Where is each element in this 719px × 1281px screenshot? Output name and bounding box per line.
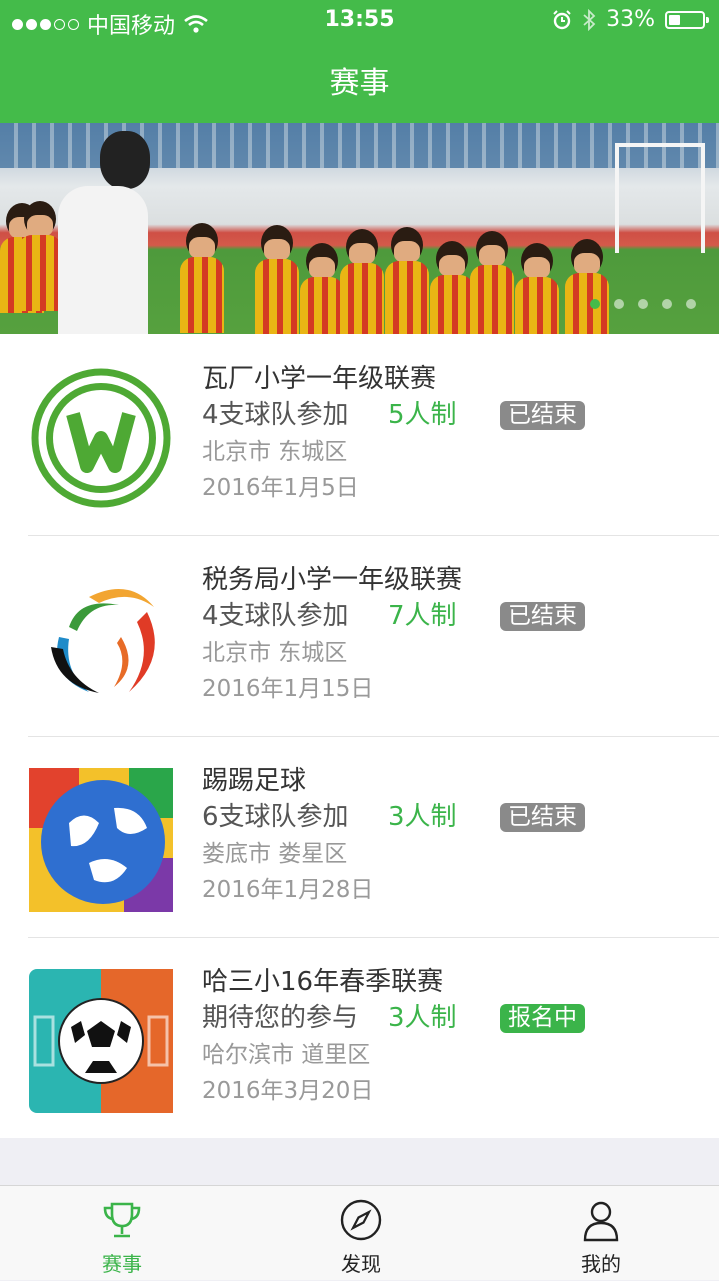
team-count: 4支球队参加 (202, 601, 349, 631)
tab-discover-label: 发现 (341, 1252, 381, 1276)
tab-mine-label: 我的 (581, 1252, 621, 1276)
match-location: 娄底市 娄星区 (202, 841, 348, 867)
match-list-item[interactable]: 哈三小16年春季联赛 期待您的参与 3人制 报名中哈尔滨市 道里区 2016年3月20日 (0, 937, 719, 1138)
page-title: 赛事 (329, 66, 390, 101)
user-icon (583, 1201, 619, 1242)
team-count: 4支球队参加 (202, 400, 349, 430)
coach-figure (58, 131, 150, 334)
pager-dot[interactable] (638, 299, 648, 309)
goal-post (615, 143, 705, 253)
pager-dot[interactable] (686, 299, 696, 309)
status-badge: 已结束 (500, 602, 585, 631)
match-list-item[interactable]: 税务局小学一年级联赛 4支球队参加 7人制 已结束北京市 东城区 2016年1月15日 (0, 535, 719, 736)
match-name: 瓦厂小学一年级联赛 (202, 364, 437, 394)
team-count: 期待您的参与 (202, 1003, 359, 1033)
status-badge: 报名中 (500, 1004, 585, 1033)
match-date: 2016年1月5日 (202, 475, 359, 501)
match-location: 哈尔滨市 道里区 (202, 1042, 371, 1068)
banner-carousel[interactable] (0, 123, 719, 334)
carousel-pager[interactable] (590, 299, 696, 309)
match-list: 瓦厂小学一年级联赛 4支球队参加 5人制 已结束 北京市 东城区 2016年1月5日 税务局… (0, 334, 719, 1138)
bluetooth-icon (583, 8, 596, 31)
battery-icon (665, 10, 709, 29)
match-date: 2016年1月15日 (202, 676, 374, 702)
tab-matches-label: 赛事 (102, 1252, 142, 1276)
match-name: 哈三小16年春季联赛 (202, 967, 444, 997)
battery-percent: 33% (606, 7, 655, 32)
match-format: 3人制 (388, 802, 457, 832)
match-location: 北京市 东城区 (202, 439, 348, 465)
app-header: 中国移动 13:55 33% 赛事 (0, 0, 719, 123)
tab-bar: 赛事 发现 我的 (0, 1185, 719, 1280)
tab-matches[interactable]: 赛事 (62, 1186, 182, 1281)
status-bar: 中国移动 13:55 33% (0, 0, 719, 40)
match-logo (29, 969, 173, 1113)
match-logo (29, 366, 173, 510)
tab-discover[interactable]: 发现 (301, 1186, 421, 1281)
trophy-icon (103, 1202, 141, 1238)
status-badge: 已结束 (500, 401, 585, 430)
match-date: 2016年3月20日 (202, 1078, 374, 1104)
match-name: 税务局小学一年级联赛 (202, 565, 463, 595)
pager-dot[interactable] (662, 299, 672, 309)
match-logo (29, 768, 173, 912)
status-badge: 已结束 (500, 803, 585, 832)
match-location: 北京市 东城区 (202, 640, 348, 666)
pager-dot[interactable] (614, 299, 624, 309)
match-format: 3人制 (388, 1003, 457, 1033)
match-format: 5人制 (388, 400, 457, 430)
tab-mine[interactable]: 我的 (541, 1186, 661, 1281)
alarm-icon (553, 9, 571, 29)
team-count: 6支球队参加 (202, 802, 349, 832)
match-list-item[interactable]: 踢踢足球 6支球队参加 3人制 已结束娄底市 娄星区 2016年1月28日 (0, 736, 719, 937)
match-date: 2016年1月28日 (202, 877, 374, 903)
match-name: 踢踢足球 (202, 766, 307, 796)
pager-dot[interactable] (590, 299, 600, 309)
match-logo (29, 567, 173, 711)
match-format: 7人制 (388, 601, 457, 631)
compass-icon (340, 1199, 382, 1241)
match-list-item[interactable]: 瓦厂小学一年级联赛 4支球队参加 5人制 已结束北京市 东城区 2016年1月5日 (0, 334, 719, 535)
